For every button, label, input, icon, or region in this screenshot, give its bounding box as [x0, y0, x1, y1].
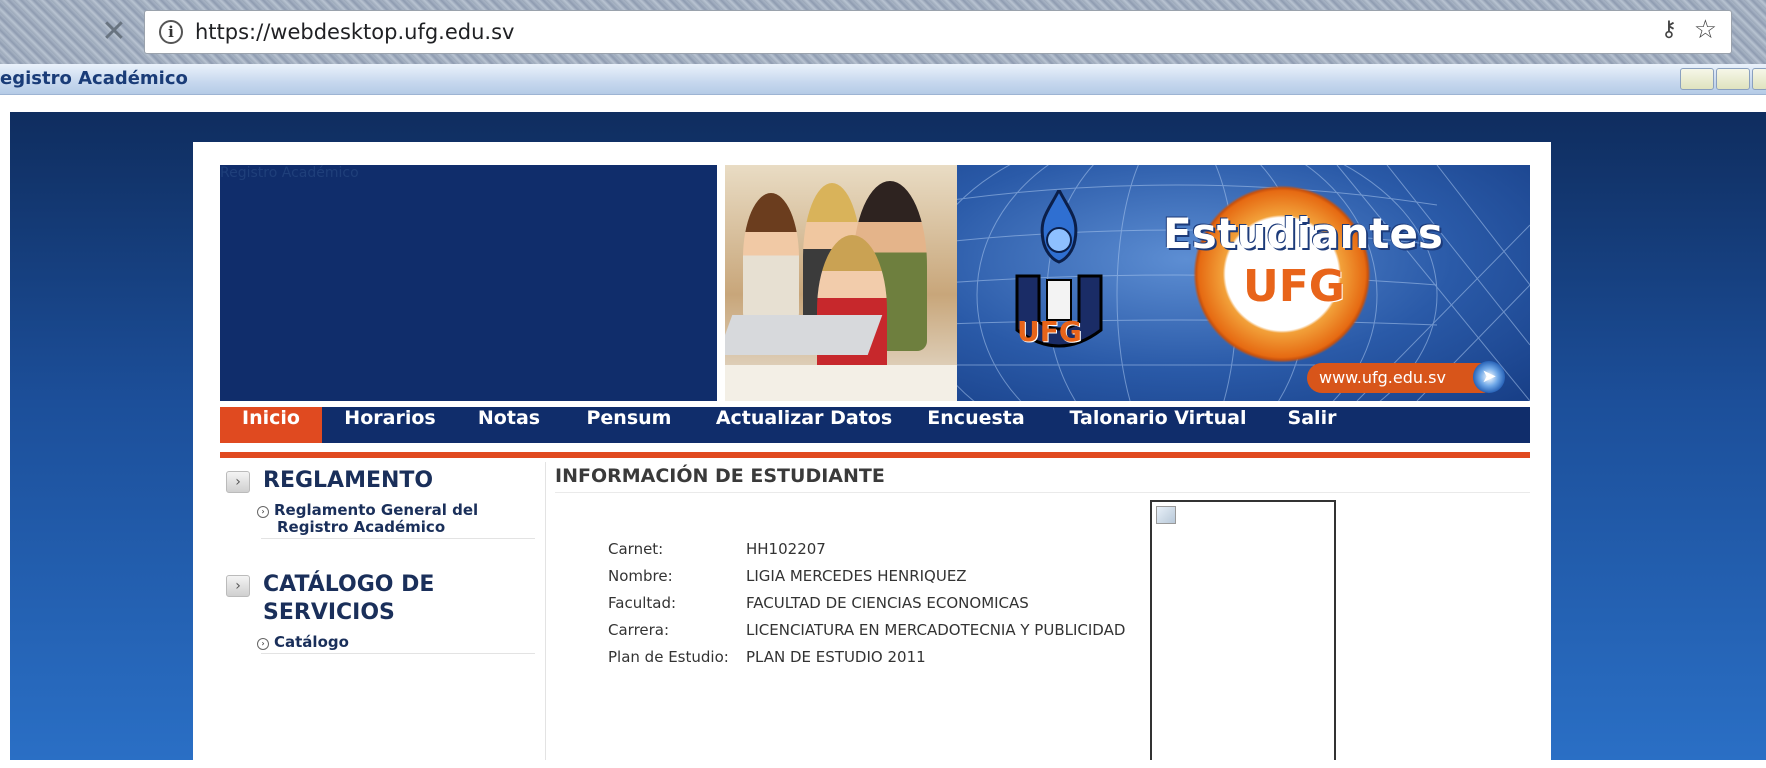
- title-divider: [555, 492, 1530, 493]
- field-value-carnet: HH102207: [746, 540, 826, 558]
- sidebar-link-line1[interactable]: Reglamento General del: [274, 501, 478, 519]
- student-photo-frame: [1150, 500, 1336, 764]
- pointer-icon: ➤: [1473, 361, 1505, 393]
- field-value-carrera: LICENCIATURA EN MERCADOTECNIA Y PUBLICID…: [746, 621, 1126, 639]
- browser-toolbar: ✕ i https://webdesktop.ufg.edu.sv ⚷ ☆: [0, 0, 1766, 64]
- students-photo: [725, 165, 957, 401]
- sidebar-link-label[interactable]: Catálogo: [274, 633, 349, 651]
- close-window-button[interactable]: [1752, 68, 1766, 90]
- bottom-strip: [0, 760, 1766, 768]
- sidebar-link-line2[interactable]: Registro Académico: [257, 518, 445, 536]
- maximize-button[interactable]: [1716, 68, 1750, 90]
- expand-icon: ›: [257, 506, 269, 518]
- field-value-nombre: LIGIA MERCEDES HENRIQUEZ: [746, 567, 967, 585]
- broken-image-icon: [1156, 506, 1176, 524]
- field-label-plan: Plan de Estudio:: [608, 648, 729, 666]
- expand-icon: ›: [257, 638, 269, 650]
- nav-divider: [220, 452, 1530, 458]
- window-titlebar: egistro Académico: [0, 64, 1766, 95]
- field-label-carrera: Carrera:: [608, 621, 670, 639]
- nav-inicio[interactable]: Inicio: [220, 407, 322, 443]
- info-icon[interactable]: i: [159, 20, 183, 44]
- content-divider: [545, 462, 546, 760]
- chevron-right-icon: ›: [226, 471, 250, 493]
- sidebar-divider: [261, 653, 535, 654]
- close-icon[interactable]: ✕: [96, 14, 132, 50]
- key-icon[interactable]: ⚷: [1661, 17, 1677, 42]
- main-nav: Inicio Horarios Notas Pensum Actualizar …: [220, 407, 1530, 443]
- sidebar-link-reglamento[interactable]: › Reglamento General del Registro Académi…: [257, 502, 478, 536]
- banner-alt-text: Registro Académico: [220, 165, 359, 181]
- sidebar-divider: [261, 538, 535, 539]
- nav-salir[interactable]: Salir: [1280, 407, 1344, 443]
- sidebar-heading-reglamento: REGLAMENTO: [263, 468, 434, 493]
- page-background: Registro Académico UFG Estudiantes UFG w…: [10, 112, 1766, 764]
- field-label-facultad: Facultad:: [608, 594, 677, 612]
- chevron-right-icon: ›: [226, 575, 250, 597]
- nav-encuesta[interactable]: Encuesta: [920, 407, 1032, 443]
- sidebar-heading-catalogo-line2: SERVICIOS: [263, 600, 395, 625]
- brand-word: Estudiantes: [1163, 209, 1443, 258]
- window-title: egistro Académico: [0, 68, 188, 89]
- nav-horarios[interactable]: Horarios: [332, 407, 448, 443]
- sidebar-link-catalogo[interactable]: › Catálogo: [257, 634, 349, 651]
- sidebar-heading-catalogo-line1: CATÁLOGO DE: [263, 572, 435, 597]
- nav-notas[interactable]: Notas: [466, 407, 552, 443]
- content-panel: Registro Académico UFG Estudiantes UFG w…: [193, 142, 1551, 764]
- site-url-text: www.ufg.edu.sv: [1319, 368, 1446, 387]
- site-pill: www.ufg.edu.sv: [1307, 363, 1497, 393]
- url-text[interactable]: https://webdesktop.ufg.edu.sv: [195, 20, 514, 44]
- field-label-nombre: Nombre:: [608, 567, 673, 585]
- brand-sub: UFG: [1243, 261, 1345, 312]
- minimize-button[interactable]: [1680, 68, 1714, 90]
- nav-pensum[interactable]: Pensum: [574, 407, 684, 443]
- banner-left: Registro Académico: [220, 165, 717, 401]
- ufg-logo-text: UFG: [1017, 315, 1082, 348]
- nav-talonario-virtual[interactable]: Talonario Virtual: [1058, 407, 1258, 443]
- nav-actualizar-datos[interactable]: Actualizar Datos: [706, 407, 902, 443]
- field-label-carnet: Carnet:: [608, 540, 664, 558]
- field-value-plan: PLAN DE ESTUDIO 2011: [746, 648, 926, 666]
- field-value-facultad: FACULTAD DE CIENCIAS ECONOMICAS: [746, 594, 1029, 612]
- address-bar[interactable]: i https://webdesktop.ufg.edu.sv ⚷ ☆: [144, 10, 1732, 54]
- page-title: INFORMACIÓN DE ESTUDIANTE: [555, 465, 885, 487]
- estudiantes-ufg-banner: UFG Estudiantes UFG www.ufg.edu.sv ➤: [957, 165, 1530, 401]
- star-icon[interactable]: ☆: [1694, 15, 1717, 45]
